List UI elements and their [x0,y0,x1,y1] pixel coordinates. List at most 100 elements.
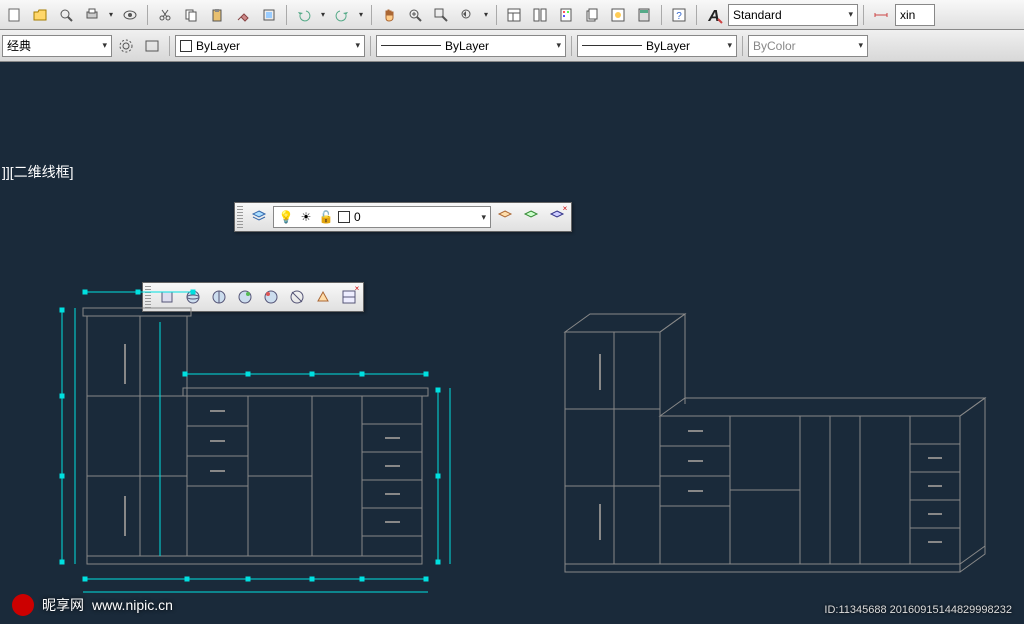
help-icon[interactable]: ? [667,3,691,27]
redo-dropdown[interactable]: ▾ [356,3,366,27]
letter-a-icon: A [704,5,724,25]
copy-icon[interactable] [179,3,203,27]
undo-dropdown[interactable]: ▾ [318,3,328,27]
zoom-realtime-icon[interactable] [403,3,427,27]
chevron-down-icon: ▾ [102,40,107,51]
print-dropdown[interactable]: ▾ [106,3,116,27]
color-value: ByLayer [196,39,240,53]
chevron-down-icon: ▾ [848,9,853,20]
image-id: ID:11345688 20160915144829998232 [824,604,1012,616]
cut-icon[interactable] [153,3,177,27]
paste-icon[interactable] [205,3,229,27]
markup-icon[interactable] [606,3,630,27]
preview-icon[interactable] [118,3,142,27]
markup-set-icon [610,7,626,23]
text-style-value: Standard [733,8,782,22]
separator [863,5,864,25]
separator [571,36,572,56]
site-url: www.nipic.cn [92,597,173,613]
lineweight-control-dropdown[interactable]: ByLayer ▾ [577,35,737,57]
drawing-area[interactable]: ]][二维线框] 💡 ☀ 🔓 0 ▾ × × [0,64,1024,624]
watermark-left: 昵享网 www.nipic.cn [12,594,173,616]
design-center-icon[interactable] [528,3,552,27]
hand-icon [381,7,397,23]
tool-palette-icon[interactable] [554,3,578,27]
zoom-window-icon[interactable] [429,3,453,27]
plot-style-value: ByColor [753,39,796,53]
separator [286,5,287,25]
pan-icon[interactable] [377,3,401,27]
block-editor-icon[interactable] [257,3,281,27]
sheet-set-icon[interactable] [580,3,604,27]
redo-icon[interactable] [330,3,354,27]
copy-doc-icon [183,7,199,23]
props-icon [506,7,522,23]
separator [496,5,497,25]
linetype-control-dropdown[interactable]: ByLayer ▾ [376,35,566,57]
separator [661,5,662,25]
properties-icon[interactable] [502,3,526,27]
palette-icon [558,7,574,23]
match-props-icon[interactable] [231,3,255,27]
color-control-dropdown[interactable]: ByLayer ▾ [175,35,365,57]
brush-icon [235,7,251,23]
svg-text:A: A [707,8,720,25]
block-icon [261,7,277,23]
separator [696,5,697,25]
svg-text:?: ? [676,11,682,22]
chevron-down-icon: ▾ [355,40,360,51]
calculator-icon [636,7,652,23]
chevron-down-icon: ▾ [727,40,732,51]
workspace-value: 经典 [7,37,31,54]
chevron-down-icon: ▾ [556,40,561,51]
site-logo-icon [12,594,34,616]
dim-icon [873,7,889,23]
color-swatch-icon [180,40,192,52]
zoom-extents-icon[interactable] [54,3,78,27]
zoom-prev-icon [459,7,475,23]
chevron-down-icon: ▾ [858,40,863,51]
main-toolbar-row-2: 经典 ▾ ByLayer ▾ ByLayer ▾ ByLayer ▾ ByCol… [0,30,1024,62]
undo-icon[interactable] [292,3,316,27]
zoom-plus-icon [407,7,423,23]
site-name: 昵享网 [42,595,84,615]
text-style-icon[interactable]: A [702,3,726,27]
doc-icon [6,7,22,23]
separator [169,36,170,56]
separator [371,5,372,25]
magnifier-icon [58,7,74,23]
dimension-style-icon[interactable] [869,3,893,27]
separator [370,36,371,56]
separator [742,36,743,56]
separator [147,5,148,25]
open-icon[interactable] [28,3,52,27]
calc-icon[interactable] [632,3,656,27]
sheets-icon [584,7,600,23]
lineweight-sample-icon [582,45,642,46]
plot-style-dropdown[interactable]: ByColor ▾ [748,35,868,57]
printer-icon [84,7,100,23]
text-style-dropdown[interactable]: Standard ▾ [728,4,858,26]
print-icon[interactable] [80,3,104,27]
zoom-dropdown[interactable]: ▾ [481,3,491,27]
question-icon: ? [671,7,687,23]
redo-arrow-icon [334,7,350,23]
dim-style-dropdown[interactable]: xin [895,4,935,26]
zoom-box-icon [433,7,449,23]
folder-icon [32,7,48,23]
ws-settings-icon[interactable] [140,34,164,58]
gear-icon[interactable] [114,34,138,58]
undo-arrow-icon [296,7,312,23]
dim-style-value: xin [900,8,915,22]
eye-icon [122,7,138,23]
line-sample-icon [381,45,441,46]
cad-drawing-canvas [0,64,1024,624]
clipboard-icon [209,7,225,23]
scissors-icon [157,7,173,23]
linetype-value: ByLayer [445,39,489,53]
new-icon[interactable] [2,3,26,27]
lineweight-value: ByLayer [646,39,690,53]
zoom-previous-icon[interactable] [455,3,479,27]
window-icon [144,38,160,54]
workspace-dropdown[interactable]: 经典 ▾ [2,35,112,57]
